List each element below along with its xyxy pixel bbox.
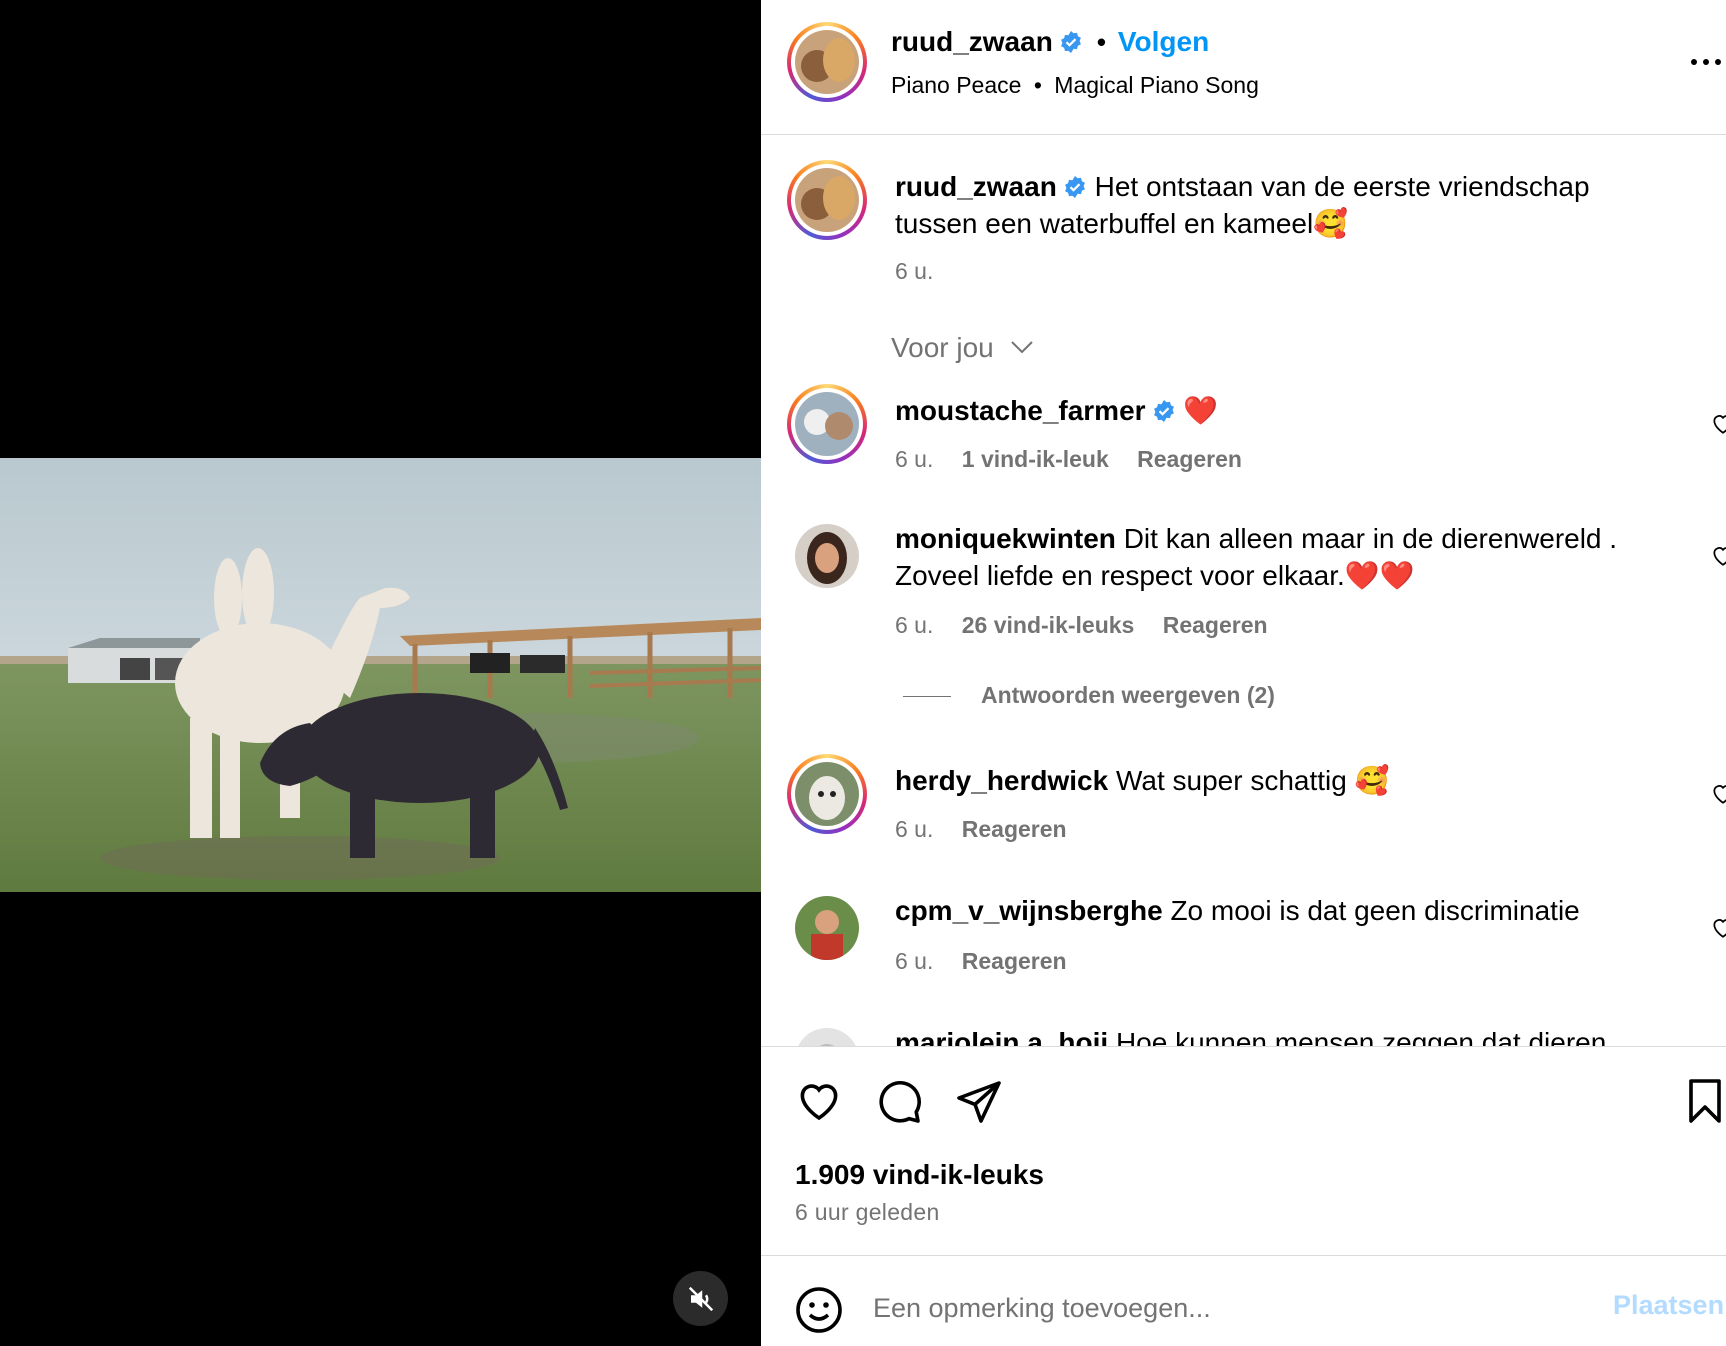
like-comment-heart-icon[interactable] xyxy=(1710,410,1726,436)
comment-text: ❤️ xyxy=(1183,395,1219,426)
author-avatar[interactable] xyxy=(787,22,867,102)
comments-filter-label: Voor jou xyxy=(891,332,994,363)
comment-meta: 6 u. Reageren xyxy=(895,948,1089,975)
comments-filter-dropdown[interactable]: Voor jou xyxy=(891,332,1034,364)
comment-meta: 6 u. 26 vind-ik-leuks Reageren xyxy=(895,612,1290,639)
view-replies-button[interactable]: Antwoorden weergeven (2) xyxy=(903,682,1297,709)
post-panel: ruud_zwaan • Volgen Piano Peace • Magical … xyxy=(761,0,1726,1346)
comment-time[interactable]: 6 u. xyxy=(895,446,933,472)
more-icon xyxy=(1691,59,1721,65)
comment-body: cpm_v_wijnsberghe Zo mooi is dat geen di… xyxy=(895,892,1580,929)
caption-meta: 6 u. xyxy=(895,258,955,285)
like-comment-heart-icon[interactable] xyxy=(1710,914,1726,940)
video-frame[interactable] xyxy=(0,458,761,892)
more-options-button[interactable] xyxy=(1686,42,1726,82)
caption-avatar-image xyxy=(795,168,859,232)
comment-icon[interactable] xyxy=(875,1077,923,1125)
verified-icon xyxy=(1153,400,1174,422)
comment-avatar-image xyxy=(795,1028,859,1046)
like-comment-heart-icon[interactable] xyxy=(1710,542,1726,568)
comment-body: moustache_farmer ❤️ xyxy=(895,392,1218,429)
add-comment-bar: Plaatsen xyxy=(761,1256,1726,1346)
comment-likes[interactable]: 1 vind-ik-leuk xyxy=(962,446,1109,472)
comment-avatar[interactable] xyxy=(787,754,867,834)
post-age[interactable]: 6 uur geleden xyxy=(795,1199,940,1226)
emoji-icon[interactable] xyxy=(795,1286,843,1334)
share-icon[interactable] xyxy=(955,1077,1003,1125)
caption-username[interactable]: ruud_zwaan xyxy=(895,171,1057,202)
header-separator: • xyxy=(1096,27,1106,57)
comment-meta: 6 u. 1 vind-ik-leuk Reageren xyxy=(895,446,1264,473)
chevron-down-icon xyxy=(1010,341,1033,354)
verified-icon xyxy=(1060,31,1081,53)
comment-body: herdy_herdwick Wat super schattig 🥰 xyxy=(895,762,1389,799)
reply-button[interactable]: Reageren xyxy=(962,816,1067,842)
comment-avatar-image xyxy=(795,896,859,960)
caption-avatar[interactable] xyxy=(787,160,867,240)
comment-input[interactable] xyxy=(873,1278,1593,1338)
follow-button[interactable]: Volgen xyxy=(1118,26,1209,57)
verified-icon xyxy=(1064,176,1085,198)
comment-time[interactable]: 6 u. xyxy=(895,948,933,974)
comment-likes[interactable]: 26 vind-ik-leuks xyxy=(962,612,1135,638)
comment-body: moniquekwinten Dit kan alleen maar in de… xyxy=(895,520,1675,594)
comment-item: moniquekwinten Dit kan alleen maar in de… xyxy=(761,523,1726,714)
audio-info[interactable]: Piano Peace • Magical Piano Song xyxy=(891,72,1259,99)
mute-icon xyxy=(688,1286,713,1311)
video-still-camel-and-buffalo xyxy=(0,458,761,892)
comment-avatar-image xyxy=(795,524,859,588)
replies-divider xyxy=(903,696,951,697)
comment-avatar-image xyxy=(795,762,859,826)
view-replies-label: Antwoorden weergeven (2) xyxy=(981,682,1275,708)
reply-button[interactable]: Reageren xyxy=(1163,612,1268,638)
comment-username[interactable]: moniquekwinten xyxy=(895,523,1116,554)
comment-item: moustache_farmer ❤️ 6 u. 1 vind-ik-leuk … xyxy=(761,384,1726,504)
comment-username[interactable]: moustache_farmer xyxy=(895,395,1146,426)
comment-item: marjolein.a_hoij Hoe kunnen mensen zegge… xyxy=(761,1027,1726,1046)
reply-button[interactable]: Reageren xyxy=(962,948,1067,974)
comment-avatar[interactable] xyxy=(795,896,859,960)
reply-button[interactable]: Reageren xyxy=(1137,446,1242,472)
post-comment-button[interactable]: Plaatsen xyxy=(1613,1290,1724,1321)
comment-item: cpm_v_wijnsberghe Zo mooi is dat geen di… xyxy=(761,895,1726,1016)
bookmark-icon[interactable] xyxy=(1681,1077,1726,1125)
comment-time[interactable]: 6 u. xyxy=(895,612,933,638)
audio-separator: • xyxy=(1033,72,1042,98)
comment-avatar[interactable] xyxy=(795,1028,859,1046)
post-actions: 1.909 vind-ik-leuks 6 uur geleden xyxy=(761,1046,1726,1256)
comment-meta: 6 u. Reageren xyxy=(895,816,1089,843)
like-heart-icon[interactable] xyxy=(795,1077,843,1125)
video-player[interactable] xyxy=(0,0,761,1346)
comment-username[interactable]: marjolein.a_hoij xyxy=(895,1027,1108,1046)
author-username[interactable]: ruud_zwaan xyxy=(891,26,1053,57)
comment-username[interactable]: herdy_herdwick xyxy=(895,765,1108,796)
comment-text: Wat super schattig 🥰 xyxy=(1115,765,1390,796)
header-user-line: ruud_zwaan • Volgen xyxy=(891,26,1209,58)
audio-artist[interactable]: Piano Peace xyxy=(891,72,1021,98)
comment-text: Hoe kunnen mensen zeggen dat dieren xyxy=(1115,1027,1607,1046)
comments-list[interactable]: ruud_zwaan Het ontstaan van de eerste vr… xyxy=(761,136,1726,1046)
comment-text: Zo mooi is dat geen discriminatie xyxy=(1170,895,1580,926)
audio-title[interactable]: Magical Piano Song xyxy=(1054,72,1259,98)
caption-time[interactable]: 6 u. xyxy=(895,258,933,284)
comment-avatar[interactable] xyxy=(795,524,859,588)
comment-item: herdy_herdwick Wat super schattig 🥰 6 u.… xyxy=(761,754,1726,874)
comment-username[interactable]: cpm_v_wijnsberghe xyxy=(895,895,1163,926)
author-avatar-image xyxy=(795,30,859,94)
likes-count[interactable]: 1.909 vind-ik-leuks xyxy=(795,1159,1044,1191)
comment-avatar[interactable] xyxy=(787,384,867,464)
post-header: ruud_zwaan • Volgen Piano Peace • Magical … xyxy=(761,0,1726,135)
comment-avatar-image xyxy=(795,392,859,456)
comment-body: marjolein.a_hoij Hoe kunnen mensen zegge… xyxy=(895,1024,1606,1046)
post-caption: ruud_zwaan Het ontstaan van de eerste vr… xyxy=(895,168,1675,242)
comment-time[interactable]: 6 u. xyxy=(895,816,933,842)
mute-button[interactable] xyxy=(673,1271,728,1326)
like-comment-heart-icon[interactable] xyxy=(1710,780,1726,806)
